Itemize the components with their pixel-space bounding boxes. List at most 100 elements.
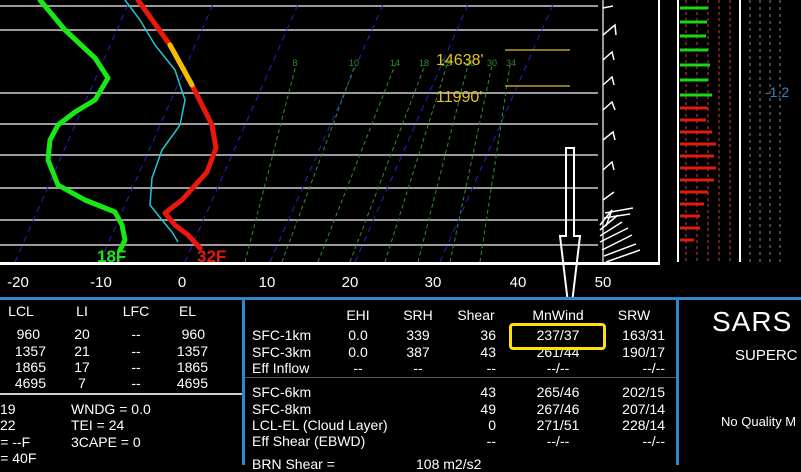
table-cell: 1357 — [176, 343, 208, 359]
mixing-ratio-label: 18 — [419, 58, 429, 68]
table-cell: --/-- — [642, 360, 665, 376]
lower-left-value: 19 — [0, 401, 16, 417]
table-cell: 0.0 — [348, 344, 368, 360]
panel-top-border — [0, 297, 801, 300]
x-tick: 20 — [342, 274, 359, 291]
brn-shear-label: BRN Shear = — [252, 456, 335, 472]
wndg-value: WNDG = 0.0 — [71, 401, 151, 417]
table-cell: 7 — [78, 375, 86, 391]
hodo-value-label: -1.2 — [765, 84, 789, 100]
height-marker-lines — [505, 49, 570, 87]
row-label: SFC-1km — [252, 327, 312, 343]
x-tick: -10 — [90, 274, 112, 291]
sars-quality-note: No Quality M — [721, 414, 797, 429]
mixing-ratio-label: 14 — [390, 58, 400, 68]
temperature-profile-freezing-segment — [167, 42, 195, 88]
row-label: Eff Inflow — [252, 360, 310, 376]
table-cell: 4695 — [14, 375, 46, 391]
table-cell: 265/46 — [536, 384, 580, 400]
sars-subtitle: SUPERC — [735, 347, 798, 364]
dewpoint-label: 18F — [97, 247, 126, 266]
x-tick: 40 — [510, 274, 527, 291]
row-label: LCL-EL (Cloud Layer) — [252, 417, 388, 433]
inflow-bars: -1.2 — [658, 0, 789, 262]
table-cell: -- — [131, 359, 141, 375]
panel-divider-left — [242, 297, 245, 465]
middle-panel-hline — [245, 377, 676, 378]
x-tick: 30 — [425, 274, 442, 291]
col-header-srh: SRH — [403, 307, 433, 323]
table-cell: 387 — [406, 344, 430, 360]
col-header-mnwind: MnWind — [532, 307, 584, 323]
height-label-lower: 11990' — [436, 89, 482, 106]
left-panel-hline — [0, 393, 242, 395]
mixing-ratio-label: 8 — [292, 58, 297, 68]
mixing-ratio-label: 34 — [506, 58, 516, 68]
table-cell: 228/14 — [622, 417, 665, 433]
x-axis-ticks: -20 -10 0 10 20 30 40 50 — [7, 274, 611, 291]
table-cell: -- — [353, 360, 363, 376]
table-cell: -- — [131, 375, 141, 391]
lower-left-value: T = --F — [0, 434, 31, 450]
table-cell: -- — [131, 326, 141, 342]
row-label: SFC-3km — [252, 344, 312, 360]
table-cell: 0.0 — [348, 327, 368, 343]
table-cell: 43 — [480, 384, 496, 400]
row-label: SFC-6km — [252, 384, 312, 400]
temperature-label: 32F — [197, 247, 226, 266]
table-cell: --/-- — [642, 433, 665, 449]
wind-barbs — [599, 0, 641, 263]
x-tick: -20 — [7, 274, 29, 291]
table-cell: 267/46 — [536, 401, 580, 417]
table-cell: -- — [131, 343, 141, 359]
table-cell: -- — [486, 360, 496, 376]
lower-left-value: 22 — [0, 417, 16, 433]
table-cell: 17 — [74, 359, 90, 375]
table-cell: 163/31 — [622, 327, 665, 343]
table-cell: -- — [486, 433, 496, 449]
col-header-ehi: EHI — [346, 307, 370, 323]
mixing-ratio-label: 30 — [487, 58, 497, 68]
x-tick: 0 — [178, 274, 186, 291]
table-cell: -- — [413, 360, 423, 376]
x-tick: 10 — [259, 274, 276, 291]
table-cell: 1357 — [14, 343, 46, 359]
col-header-srw: SRW — [617, 307, 651, 323]
isotherm-lines — [14, 0, 556, 263]
table-cell: 4695 — [176, 375, 208, 391]
table-cell: 36 — [480, 327, 496, 343]
col-header-lcl: LCL — [8, 303, 34, 319]
table-cell: 190/17 — [622, 344, 665, 360]
sars-title: SARS — [712, 306, 793, 337]
table-cell: 20 — [74, 326, 90, 342]
height-label-upper: 14638' — [436, 52, 484, 69]
pressure-lines — [0, 5, 598, 246]
table-cell: 49 — [480, 401, 496, 417]
table-cell: 271/51 — [536, 417, 580, 433]
table-cell: --/-- — [546, 433, 570, 449]
table-cell: --/-- — [546, 360, 570, 376]
tei-value: TEI = 24 — [71, 417, 125, 433]
table-cell: 1865 — [176, 359, 208, 375]
row-label: SFC-8km — [252, 401, 312, 417]
table-cell: 960 — [16, 326, 40, 342]
row-label: Eff Shear (EBWD) — [252, 433, 366, 449]
table-cell: 339 — [406, 327, 430, 343]
table-cell: 960 — [181, 326, 205, 342]
table-cell: 21 — [74, 343, 90, 359]
skewt-plot: -20 -10 0 10 20 30 40 50 8 10 14 18 22 2… — [0, 0, 789, 297]
table-cell: 43 — [480, 344, 496, 360]
3cape-value: 3CAPE = 0 — [71, 434, 141, 450]
brn-shear-value: 108 m2/s2 — [416, 456, 482, 472]
annotation-arrow — [558, 147, 582, 297]
col-header-shear: Shear — [457, 307, 495, 323]
table-cell: 1865 — [14, 359, 46, 375]
x-tick: 50 — [595, 274, 612, 291]
panel-divider-right — [676, 297, 679, 465]
col-header-el: EL — [178, 303, 197, 319]
col-header-lfc: LFC — [122, 303, 150, 319]
col-header-li: LI — [76, 303, 88, 319]
lower-left-value: T = 40F — [0, 450, 37, 466]
table-cell: 207/14 — [622, 401, 665, 417]
table-cell: 202/15 — [622, 384, 665, 400]
